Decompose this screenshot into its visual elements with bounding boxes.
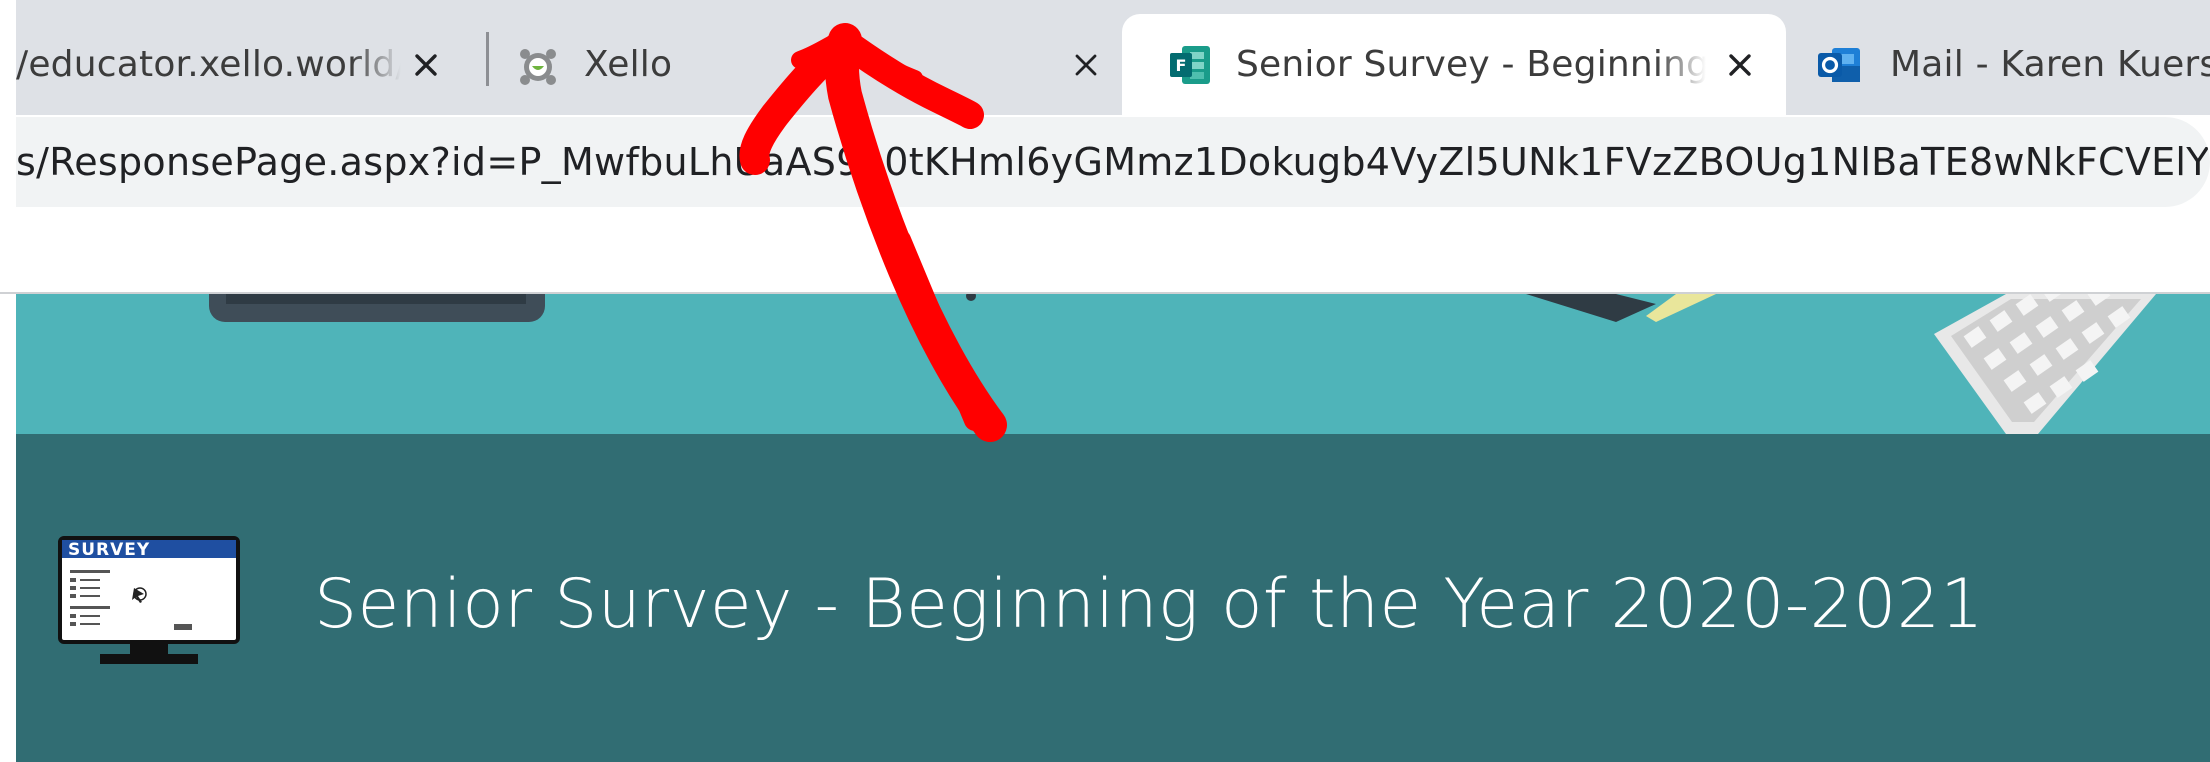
tab-close-button[interactable] [1068,47,1104,83]
xello-icon [518,46,558,86]
tab-xello-educator[interactable]: /educator.xello.world/app [16,14,466,115]
keyboard-icon [1934,294,2156,434]
form-banner-illustration [16,294,2210,434]
outlook-icon [1816,44,1862,86]
browser-toolbar: s/ResponsePage.aspx?id=P_MwfbuLhUaAS9a0t… [16,115,2210,293]
survey-logo-label: SURVEY [68,540,151,560]
tab-outlook-mail[interactable]: Mail - Karen Kuers - Ou [1786,14,2210,115]
microsoft-forms-icon: F [1168,44,1212,86]
tab-title: Mail - Karen Kuers - Ou [1890,44,2210,85]
tab-senior-survey[interactable]: F Senior Survey - Beginning of the [1122,14,1786,115]
tab-separator [486,32,489,86]
tab-xello[interactable]: Xello [506,14,1126,115]
tab-close-button[interactable] [1722,47,1758,83]
tab-close-button[interactable] [408,47,444,83]
svg-text:F: F [1176,56,1187,75]
tab-title: /educator.xello.world/app [16,44,401,85]
close-icon [415,53,437,76]
desk-illustration [209,294,2156,434]
window-edge [0,0,16,762]
tab-title: Xello [584,44,673,85]
survey-logo: SURVEY [58,536,240,668]
close-icon [1729,53,1751,76]
address-url[interactable]: s/ResponsePage.aspx?id=P_MwfbuLhUaAS9a0t… [16,140,2210,184]
survey-title: Senior Survey - Beginning of the Year 20… [314,565,1984,644]
close-icon [1075,54,1097,75]
tab-strip: /educator.xello.world/app Xello [16,0,2210,115]
address-bar[interactable]: s/ResponsePage.aspx?id=P_MwfbuLhUaAS9a0t… [16,117,2210,207]
tab-title: Senior Survey - Beginning of the [1236,44,1706,85]
